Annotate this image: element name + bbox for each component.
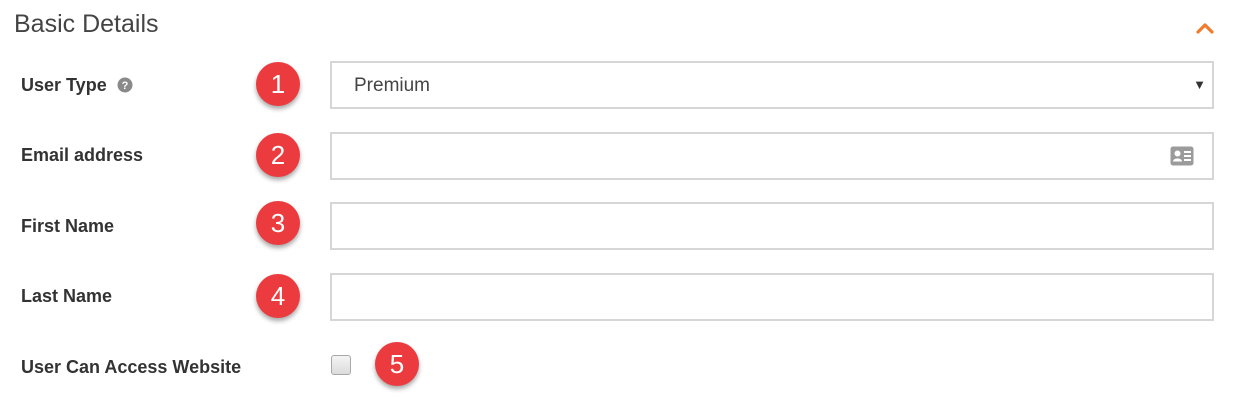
section-title: Basic Details: [14, 10, 159, 38]
email-input[interactable]: [332, 134, 1212, 178]
website-access-label-text: User Can Access Website: [21, 356, 242, 377]
basic-details-panel: Basic Details User Type ? 1 Premium ▼ Em…: [0, 0, 1234, 411]
step-badge-2: 2: [256, 133, 300, 177]
contact-card-icon[interactable]: [1170, 146, 1194, 166]
first-name-label: First Name: [21, 214, 114, 238]
step-badge-4: 4: [256, 274, 300, 318]
user-type-label: User Type ?: [21, 73, 133, 97]
last-name-field[interactable]: [330, 273, 1214, 321]
first-name-input[interactable]: [332, 204, 1212, 248]
last-name-input[interactable]: [332, 275, 1212, 319]
email-label: Email address: [21, 143, 143, 167]
website-access-label: User Can Access Website: [21, 355, 241, 379]
question-circle-icon[interactable]: ?: [117, 77, 133, 93]
last-name-label-text: Last Name: [21, 285, 113, 306]
collapse-button[interactable]: [1193, 18, 1217, 38]
first-name-field[interactable]: [330, 202, 1214, 250]
svg-text:?: ?: [121, 80, 128, 92]
user-type-select[interactable]: Premium ▼: [330, 61, 1214, 109]
step-badge-1: 1: [256, 62, 300, 106]
step-badge-3: 3: [256, 201, 300, 245]
user-type-selected-value: Premium: [354, 75, 431, 96]
website-access-checkbox[interactable]: [331, 355, 351, 375]
email-field[interactable]: [330, 132, 1214, 180]
chevron-up-icon: [1196, 23, 1214, 34]
user-type-label-text: User Type: [21, 74, 107, 95]
caret-down-icon: ▼: [1193, 77, 1206, 92]
last-name-label: Last Name: [21, 284, 112, 308]
email-label-text: Email address: [21, 144, 144, 165]
first-name-label-text: First Name: [21, 215, 115, 236]
step-badge-5: 5: [375, 342, 419, 386]
